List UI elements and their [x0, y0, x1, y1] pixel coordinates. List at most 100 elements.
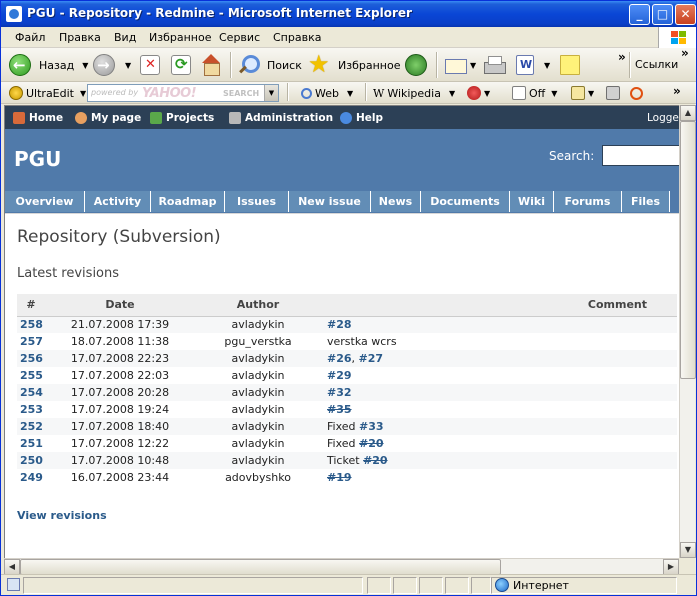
print-button[interactable]: [483, 51, 506, 79]
forward-button[interactable]: ▼: [93, 51, 131, 79]
home-button[interactable]: [200, 51, 222, 79]
links-overflow-icon[interactable]: »: [681, 46, 689, 60]
close-button[interactable]: ✕: [675, 4, 696, 25]
topmenu-mypage[interactable]: My page: [75, 112, 141, 124]
view-revisions-link[interactable]: View revisions: [17, 509, 107, 522]
clipboard-button[interactable]: ▼: [571, 85, 594, 101]
scroll-up-icon[interactable]: ▲: [680, 105, 696, 121]
edit-dropdown-icon[interactable]: ▼: [544, 61, 550, 70]
notes-button[interactable]: [560, 51, 580, 79]
wikipedia-button[interactable]: W Wikipedia ▼: [373, 85, 455, 101]
revision-link[interactable]: 253: [17, 401, 45, 418]
maximize-button[interactable]: □: [652, 4, 673, 25]
title-bar[interactable]: PGU - Repository - Redmine - Microsoft I…: [1, 1, 696, 27]
issue-link[interactable]: #27: [359, 352, 384, 365]
issue-link[interactable]: #26: [327, 352, 352, 365]
mail-button[interactable]: ▼: [444, 51, 476, 79]
vertical-scrollbar[interactable]: ▲ ▼: [679, 105, 696, 558]
topmenu-administration[interactable]: Administration: [229, 112, 333, 124]
favorites-button[interactable]: Избранное: [308, 50, 400, 79]
wikipedia-dropdown-icon[interactable]: ▼: [449, 89, 455, 98]
scroll-right-icon[interactable]: ▶: [663, 559, 679, 575]
ultraedit-dropdown-icon[interactable]: ▼: [80, 89, 86, 98]
tab-documents[interactable]: Documents: [421, 191, 510, 212]
mail-dropdown-icon[interactable]: ▼: [470, 61, 476, 70]
scroll-down-icon[interactable]: ▼: [680, 542, 696, 558]
revision-link[interactable]: 258: [17, 316, 45, 333]
issue-link[interactable]: #32: [327, 386, 352, 399]
target-button[interactable]: [630, 85, 643, 101]
yahoo-search-input[interactable]: powered by YAHOO! SEARCH ▼: [87, 84, 279, 102]
table-row: 258 21.07.2008 17:39 avladykin #28: [17, 316, 677, 333]
revision-link[interactable]: 250: [17, 452, 45, 469]
links-label[interactable]: Ссылки: [635, 58, 678, 71]
revision-link[interactable]: 254: [17, 384, 45, 401]
revision-date: 17.07.2008 22:03: [45, 367, 195, 384]
horizontal-scroll-thumb[interactable]: [20, 559, 501, 575]
revision-link[interactable]: 252: [17, 418, 45, 435]
ultraedit-button[interactable]: UltraEdit ▼: [9, 85, 86, 101]
popup-blocker-button[interactable]: ▼: [467, 85, 490, 101]
search-button[interactable]: Поиск: [237, 51, 302, 79]
media-button[interactable]: [405, 51, 427, 79]
note-icon: [560, 55, 580, 75]
revision-link[interactable]: 256: [17, 350, 45, 367]
horizontal-scrollbar[interactable]: ◀ ▶: [4, 558, 679, 575]
off-dropdown-icon[interactable]: ▼: [551, 89, 557, 98]
menu-file[interactable]: Файл: [15, 31, 45, 44]
back-button[interactable]: Назад ▼: [9, 51, 88, 79]
off-button[interactable]: Off ▼: [512, 85, 557, 101]
forward-dropdown-icon[interactable]: ▼: [125, 61, 131, 70]
tab-forums[interactable]: Forums: [554, 191, 622, 212]
popup-dropdown-icon[interactable]: ▼: [484, 89, 490, 98]
toolbar-overflow-icon[interactable]: »: [618, 50, 626, 64]
revision-author: avladykin: [195, 384, 321, 401]
web-search-button[interactable]: Web ▼: [301, 85, 353, 101]
menu-edit[interactable]: Правка: [59, 31, 101, 44]
revision-link[interactable]: 255: [17, 367, 45, 384]
refresh-button[interactable]: [171, 51, 191, 79]
clipboard-dropdown-icon[interactable]: ▼: [588, 89, 594, 98]
tab-overview[interactable]: Overview: [5, 191, 85, 212]
issue-link[interactable]: #33: [359, 420, 384, 433]
issue-link[interactable]: #35: [327, 403, 352, 416]
tab-new-issue[interactable]: New issue: [289, 191, 371, 212]
revision-link[interactable]: 257: [17, 333, 45, 350]
menu-help[interactable]: Справка: [273, 31, 321, 44]
tab-activity[interactable]: Activity: [85, 191, 151, 212]
issue-link[interactable]: #20: [363, 454, 388, 467]
tab-issues[interactable]: Issues: [225, 191, 289, 212]
issue-link[interactable]: #28: [327, 318, 352, 331]
issue-link[interactable]: #29: [327, 369, 352, 382]
vertical-scroll-thumb[interactable]: [680, 121, 696, 379]
revision-date: 21.07.2008 17:39: [45, 316, 195, 333]
search-input[interactable]: [602, 145, 679, 166]
tab-files[interactable]: Files: [622, 191, 670, 212]
topmenu-home[interactable]: Home: [13, 112, 63, 124]
minimize-button[interactable]: _: [629, 4, 650, 25]
revision-link[interactable]: 249: [17, 469, 45, 486]
back-dropdown-icon[interactable]: ▼: [82, 61, 88, 70]
menu-favorites[interactable]: Избранное: [149, 31, 211, 44]
topmenu-projects[interactable]: Projects: [150, 112, 214, 124]
toolbar-separator: [365, 83, 367, 101]
project-title: PGU: [14, 147, 62, 171]
extensions-overflow-icon[interactable]: »: [673, 84, 681, 98]
issue-link[interactable]: #20: [359, 437, 384, 450]
tool-button[interactable]: [606, 85, 620, 101]
tab-roadmap[interactable]: Roadmap: [151, 191, 225, 212]
issue-link[interactable]: #19: [327, 471, 352, 484]
revision-link[interactable]: 251: [17, 435, 45, 452]
tab-wiki[interactable]: Wiki: [510, 191, 554, 212]
topmenu-help[interactable]: Help: [340, 112, 383, 124]
web-dropdown-icon[interactable]: ▼: [347, 89, 353, 98]
menu-view[interactable]: Вид: [114, 31, 136, 44]
edit-button[interactable]: ▼: [516, 51, 550, 79]
tab-news[interactable]: News: [371, 191, 421, 212]
section-title: Latest revisions: [17, 266, 120, 281]
yahoo-dropdown-icon[interactable]: ▼: [264, 85, 278, 101]
scroll-left-icon[interactable]: ◀: [4, 559, 20, 575]
menu-tools[interactable]: Сервис: [219, 31, 260, 44]
stop-button[interactable]: [140, 51, 160, 79]
revision-comment: #28: [321, 316, 677, 333]
